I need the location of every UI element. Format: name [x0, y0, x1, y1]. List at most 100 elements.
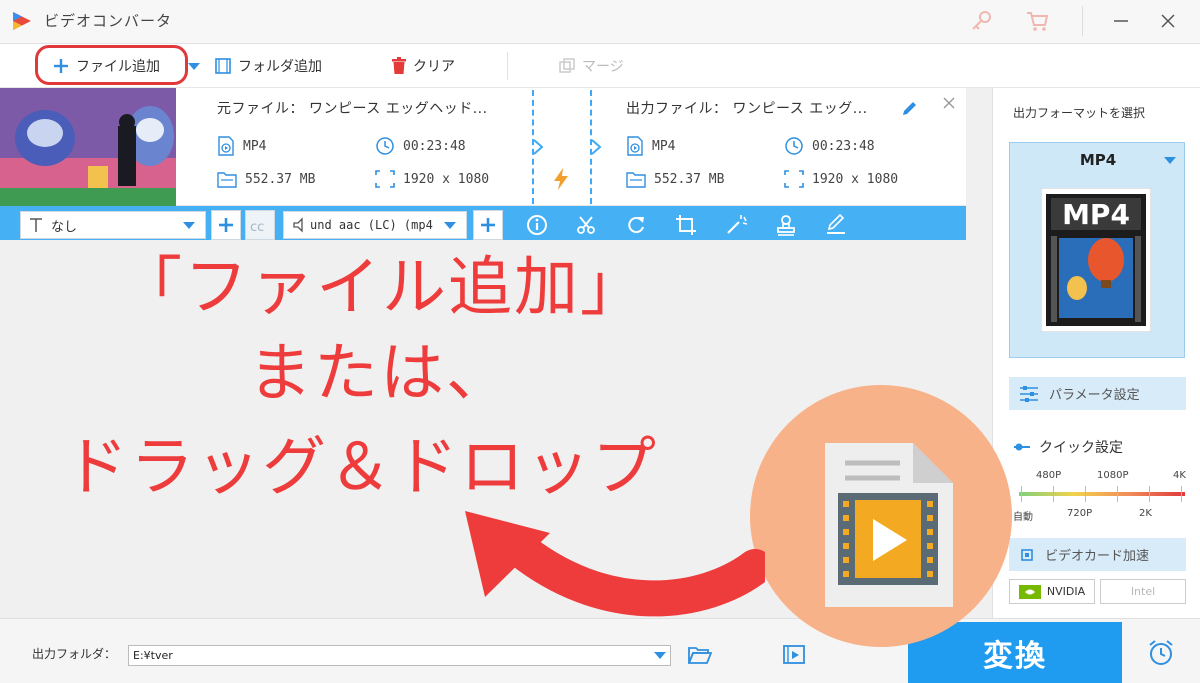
add-folder-button[interactable]: フォルダ追加: [214, 44, 322, 88]
info-icon[interactable]: [525, 213, 549, 237]
crop-icon[interactable]: [674, 213, 698, 237]
rotate-icon[interactable]: [624, 213, 648, 237]
drag-file-illustration: [750, 385, 1012, 647]
minimize-icon[interactable]: [1108, 8, 1134, 34]
slider-tick: [1085, 486, 1086, 502]
source-format: MP4: [217, 136, 266, 156]
folder-film-icon: [215, 58, 231, 74]
format-selector[interactable]: MP4 MP4: [1009, 142, 1185, 358]
output-size: 552.37 MB: [626, 170, 724, 188]
parameter-settings-button[interactable]: パラメータ設定: [1009, 377, 1186, 410]
source-resolution-value: 1920 x 1080: [403, 171, 490, 187]
chip-icon: [1021, 548, 1033, 561]
add-subtitle-button[interactable]: [211, 210, 241, 240]
clock-icon: [376, 137, 394, 155]
chevron-right-icon: [591, 139, 602, 155]
speaker-icon: [293, 217, 303, 233]
output-label: 出力ファイル：: [626, 101, 728, 117]
nvidia-logo-icon: [1018, 584, 1041, 599]
resolution-icon: [784, 170, 804, 188]
output-format-panel: 出力フォーマットを選択 MP4 MP4 パラメータ設定 クイック設定 480P …: [992, 88, 1200, 618]
quick-settings-label: クイック設定: [1013, 437, 1123, 457]
merge-button[interactable]: マージ: [558, 44, 624, 88]
annotation-line-1: 「ファイル追加」: [118, 251, 646, 325]
nvidia-toggle[interactable]: NVIDIA: [1009, 579, 1095, 604]
res-label-720p: 720P: [1067, 508, 1093, 519]
key-icon[interactable]: [968, 8, 994, 34]
format-badge-text: MP4: [1062, 198, 1130, 231]
subtitle-edit-icon[interactable]: [824, 213, 848, 237]
output-duration-value: 00:23:48: [812, 138, 875, 154]
title-divider: [1082, 6, 1083, 36]
res-label-2k: 2K: [1139, 508, 1152, 519]
output-file-line: 出力ファイル： ワンピース エッグ...: [626, 98, 868, 118]
title-bar: ビデオコンバータ: [0, 0, 1200, 44]
edit-toolbar: なし cc und aac (LC) (mp4: [0, 206, 966, 240]
quality-slider-track[interactable]: [1019, 492, 1185, 496]
output-folder-input[interactable]: E:¥tver: [128, 645, 671, 666]
folder-icon: [217, 172, 237, 188]
res-label-480p: 480P: [1036, 470, 1062, 481]
toolbar-divider: [507, 52, 508, 80]
audio-track-value: und aac (LC) (mp4: [310, 218, 433, 232]
output-filename: ワンピース エッグ...: [732, 101, 868, 117]
audio-track-select[interactable]: und aac (LC) (mp4: [283, 211, 467, 239]
res-label-1080p: 1080P: [1097, 470, 1129, 481]
quick-settings-text: クイック設定: [1039, 440, 1123, 456]
clock-icon: [785, 137, 803, 155]
annotation-line-3: ドラッグ＆ドロップ: [64, 431, 658, 505]
stamp-icon[interactable]: [774, 213, 798, 237]
text-icon: [30, 218, 42, 232]
subtitle-select[interactable]: なし: [20, 211, 206, 239]
annotation-line-2: または、: [248, 337, 512, 411]
lightning-icon[interactable]: [552, 168, 570, 190]
chevron-right-icon: [533, 139, 544, 155]
drag-arrow-icon: [465, 511, 765, 617]
remove-file-icon[interactable]: [942, 96, 956, 110]
video-thumbnail[interactable]: [0, 88, 176, 206]
source-duration-value: 00:23:48: [403, 138, 466, 154]
pencil-icon[interactable]: [900, 100, 918, 118]
cart-icon[interactable]: [1024, 8, 1050, 34]
close-icon[interactable]: [1155, 8, 1181, 34]
file-item-card[interactable]: 元ファイル： ワンピース エッグヘッド... MP4 00:23:48 552.…: [0, 88, 966, 206]
chevron-down-icon[interactable]: [188, 63, 200, 71]
source-format-value: MP4: [243, 138, 267, 154]
app-logo-icon: [13, 12, 31, 30]
output-format: MP4: [626, 136, 675, 156]
slider-tick: [1053, 486, 1054, 502]
slider-tick: [1117, 486, 1118, 502]
gpu-acceleration-button[interactable]: ビデオカード加速: [1009, 538, 1186, 571]
clear-button[interactable]: クリア: [391, 44, 455, 88]
trash-icon: [392, 57, 406, 74]
slider-tick: [1149, 486, 1150, 502]
output-size-value: 552.37 MB: [654, 171, 725, 187]
open-folder-icon[interactable]: [688, 645, 712, 665]
output-folder-value: E:¥tver: [133, 649, 173, 662]
cc-button[interactable]: cc: [245, 210, 275, 240]
intel-label: Intel: [1130, 585, 1156, 598]
video-file-icon: [218, 136, 234, 156]
merge-label: マージ: [582, 59, 624, 75]
res-label-auto: 自動: [1013, 512, 1033, 523]
source-size: 552.37 MB: [217, 170, 315, 188]
sliders-icon: [1020, 385, 1038, 402]
source-duration: 00:23:48: [375, 136, 466, 156]
folder-icon: [626, 172, 646, 188]
magic-wand-icon[interactable]: [724, 213, 748, 237]
gpu-acceleration-label: ビデオカード加速: [1045, 549, 1150, 564]
scissors-icon[interactable]: [574, 213, 598, 237]
add-audio-button[interactable]: [473, 210, 503, 240]
source-size-value: 552.37 MB: [245, 171, 316, 187]
svg-text:cc: cc: [250, 220, 264, 234]
parameter-settings-label: パラメータ設定: [1049, 388, 1140, 403]
resolution-icon: [375, 170, 395, 188]
merge-icon: [559, 58, 575, 73]
intel-toggle[interactable]: Intel: [1100, 579, 1186, 604]
chevron-down-icon[interactable]: [654, 652, 666, 659]
res-label-4k: 4K: [1173, 470, 1186, 481]
nvidia-label: NVIDIA: [1046, 585, 1086, 598]
output-resolution-value: 1920 x 1080: [812, 171, 899, 187]
subtitle-value: なし: [51, 219, 78, 235]
alarm-clock-icon[interactable]: [1147, 639, 1175, 667]
